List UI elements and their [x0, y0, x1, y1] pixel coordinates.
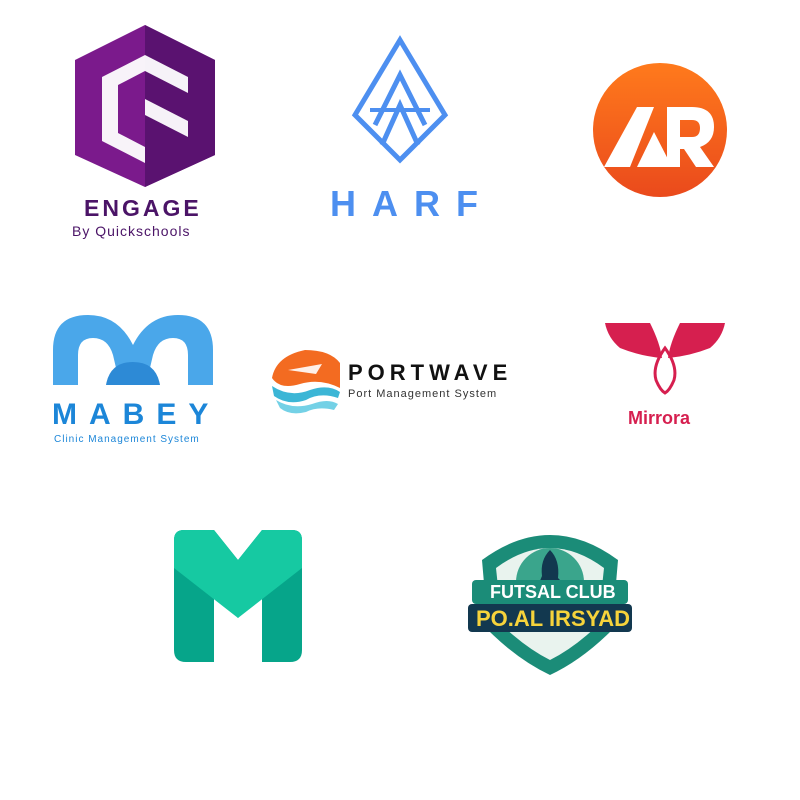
- portwave-wave-mark: [272, 350, 340, 414]
- mirrora-logo: Mirrora: [600, 318, 730, 433]
- harf-logo: HARF: [320, 35, 480, 235]
- engage-cube-mark: [75, 25, 215, 187]
- mabey-logo: MABEY Clinic Management System: [48, 310, 228, 450]
- portwave-logo: PORTWAVE Port Management System: [270, 348, 530, 418]
- mabey-m-mark: [53, 315, 213, 385]
- engage-name: ENGAGE: [84, 195, 202, 221]
- portwave-tagline: Port Management System: [348, 388, 498, 400]
- engage-logo: ENGAGE By Quickschools: [60, 15, 230, 245]
- futsal-line2: PO.AL IRSYAD: [476, 606, 631, 631]
- ar-circle-mark: [593, 63, 727, 197]
- mabey-tagline: Clinic Management System: [54, 434, 200, 445]
- engage-tagline: By Quickschools: [72, 223, 191, 239]
- harf-name: HARF: [330, 183, 494, 224]
- m-teal-logo: [172, 528, 304, 664]
- futsal-club-logo: FUTSAL CLUB PO.AL IRSYAD: [462, 520, 638, 680]
- ar-logo: [592, 62, 732, 202]
- portwave-name: PORTWAVE: [348, 360, 513, 385]
- mabey-name: MABEY: [52, 398, 221, 431]
- mirrora-petal-mark: [605, 323, 725, 395]
- mirrora-name: Mirrora: [628, 408, 691, 428]
- m-teal-mark: [174, 530, 302, 662]
- harf-diamond-mark: [351, 35, 449, 164]
- futsal-line1: FUTSAL CLUB: [490, 582, 616, 602]
